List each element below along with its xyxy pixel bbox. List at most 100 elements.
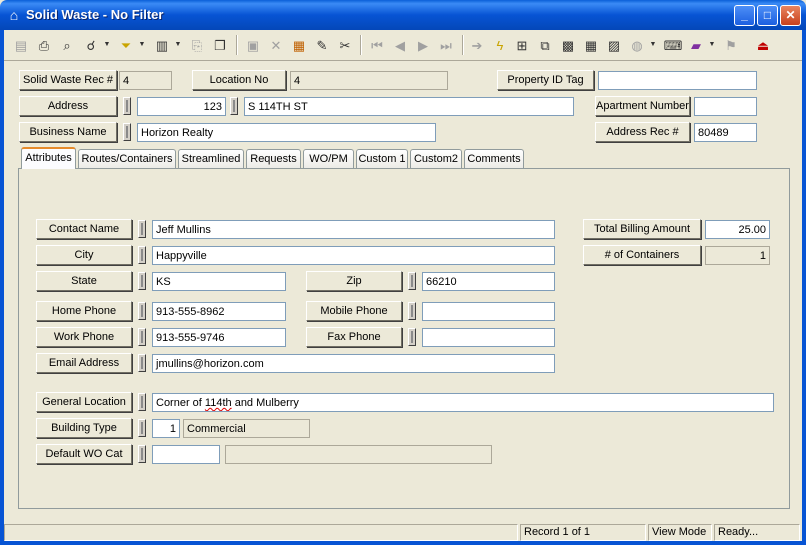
goto-arrow-icon[interactable]: ➔ <box>466 34 488 56</box>
solid-waste-rec-field: 4 <box>119 71 172 90</box>
work-phone-button[interactable]: Work Phone <box>36 327 132 347</box>
mobile-phone-button[interactable]: Mobile Phone <box>306 301 402 321</box>
tab-comments[interactable]: Comments <box>464 149 524 168</box>
lightning-icon[interactable]: ϟ <box>489 34 511 56</box>
default-wo-cat-code-field[interactable] <box>152 445 220 464</box>
apartment-number-field[interactable] <box>694 97 757 116</box>
work-phone-field[interactable]: 913-555-9746 <box>152 328 286 347</box>
fax-phone-field[interactable] <box>422 328 555 347</box>
previous-record-icon[interactable]: ◀ <box>389 34 411 56</box>
tab-streamlined[interactable]: Streamlined <box>178 149 244 168</box>
cut-icon[interactable]: ✂ <box>334 34 356 56</box>
building-type-code-field[interactable]: 1 <box>152 419 180 438</box>
print-preview-icon[interactable]: ⌕ <box>56 34 78 56</box>
tab-wo-pm[interactable]: WO/PM <box>303 149 354 168</box>
tab-requests[interactable]: Requests <box>246 149 301 168</box>
save-icon[interactable]: ▣ <box>242 34 264 56</box>
general-location-button[interactable]: General Location <box>36 392 132 412</box>
book-icon[interactable]: ▰ <box>685 34 707 56</box>
location-no-button[interactable]: Location No <box>192 70 286 90</box>
window-frame-right <box>802 30 806 545</box>
duplicate-icon[interactable]: ❐ <box>209 34 231 56</box>
filter-icon[interactable]: ⏷ <box>115 34 137 56</box>
contact-name-field[interactable]: Jeff Mullins <box>152 220 555 239</box>
email-address-button[interactable]: Email Address <box>36 353 132 373</box>
state-button[interactable]: State <box>36 271 132 291</box>
property-id-tag-button[interactable]: Property ID Tag <box>497 70 594 90</box>
zip-field[interactable]: 66210 <box>422 272 555 291</box>
title-bar[interactable]: ⌂ Solid Waste - No Filter _ □ ✕ <box>0 0 806 30</box>
business-name-field[interactable]: Horizon Realty <box>137 123 436 142</box>
book-dropdown-icon[interactable]: ▼ <box>708 34 716 56</box>
tab-attributes[interactable]: Attributes <box>21 147 76 169</box>
default-wo-cat-button[interactable]: Default WO Cat <box>36 444 132 464</box>
home-phone-button[interactable]: Home Phone <box>36 301 132 321</box>
state-field[interactable]: KS <box>152 272 286 291</box>
state-indicator <box>138 272 146 290</box>
total-billing-amount-field: 25.00 <box>705 220 770 239</box>
window-frame-bottom <box>0 541 806 545</box>
copy-record-icon[interactable]: ⎘ <box>186 34 208 56</box>
mobile-phone-indicator <box>408 302 416 320</box>
business-name-button[interactable]: Business Name <box>19 122 117 142</box>
house-icon: ⌂ <box>9 7 19 23</box>
solid-waste-rec-button[interactable]: Solid Waste Rec # <box>19 70 117 90</box>
address-button[interactable]: Address <box>19 96 117 116</box>
apartment-number-button[interactable]: Apartment Number <box>595 96 690 116</box>
network-icon[interactable]: ⧉ <box>534 34 556 56</box>
search-dropdown-icon[interactable]: ▼ <box>103 34 111 56</box>
city-button[interactable]: City <box>36 245 132 265</box>
map-icon[interactable]: ⊞ <box>511 34 533 56</box>
contact-name-button[interactable]: Contact Name <box>36 219 132 239</box>
building-type-button[interactable]: Building Type <box>36 418 132 438</box>
last-record-icon[interactable]: ⏭ <box>435 34 457 56</box>
globe-icon[interactable]: ◍ <box>626 34 648 56</box>
new-record-icon[interactable]: ▤ <box>10 34 32 56</box>
delete-icon[interactable]: ✕ <box>265 34 287 56</box>
tab-custom-1[interactable]: Custom 1 <box>356 149 408 168</box>
first-record-icon[interactable]: ⏮ <box>366 34 388 56</box>
address-street-field[interactable]: S 114TH ST <box>244 97 574 116</box>
print-icon[interactable]: ⎙ <box>33 34 55 56</box>
books-icon[interactable]: ▦ <box>288 34 310 56</box>
window-frame-left <box>0 30 4 545</box>
filter-dropdown-icon[interactable]: ▼ <box>138 34 146 56</box>
report-dropdown-icon[interactable]: ▼ <box>174 34 182 56</box>
exit-icon[interactable]: ⏏ <box>752 34 774 56</box>
home-phone-field[interactable]: 913-555-8962 <box>152 302 286 321</box>
containers-count-button[interactable]: # of Containers <box>583 245 701 265</box>
close-button[interactable]: ✕ <box>780 5 801 26</box>
general-location-field[interactable]: Corner of 114th and Mulberry <box>152 393 774 412</box>
total-billing-amount-button[interactable]: Total Billing Amount <box>583 219 701 239</box>
edit-pencil-icon[interactable]: ✎ <box>311 34 333 56</box>
fax-phone-button[interactable]: Fax Phone <box>306 327 402 347</box>
keyboard-icon[interactable]: ⌨ <box>662 34 684 56</box>
maximize-button[interactable]: □ <box>757 5 778 26</box>
screen-icon[interactable]: ▩ <box>557 34 579 56</box>
minimize-button[interactable]: _ <box>734 5 755 26</box>
location-no-field: 4 <box>290 71 448 90</box>
calculator-icon[interactable]: ▦ <box>580 34 602 56</box>
next-record-icon[interactable]: ▶ <box>412 34 434 56</box>
general-location-text-end: and Mulberry <box>231 397 299 409</box>
property-id-tag-field[interactable] <box>598 71 757 90</box>
toolbar-separator <box>360 35 362 55</box>
mobile-phone-field[interactable] <box>422 302 555 321</box>
status-state: Ready... <box>714 524 800 541</box>
report-icon[interactable]: ▥ <box>151 34 173 56</box>
zip-button[interactable]: Zip <box>306 271 402 291</box>
general-location-text-start: Corner of <box>156 397 205 409</box>
address-number-field[interactable]: 123 <box>137 97 226 116</box>
email-address-field[interactable]: jmullins@horizon.com <box>152 354 555 373</box>
address-rec-button[interactable]: Address Rec # <box>595 122 690 142</box>
chart-icon[interactable]: ▨ <box>603 34 625 56</box>
building-type-indicator <box>138 419 146 437</box>
tab-custom-2[interactable]: Custom2 <box>410 149 462 168</box>
building-type-description: Commercial <box>183 419 310 438</box>
search-icon[interactable]: ☌ <box>80 34 102 56</box>
tab-routes-containers[interactable]: Routes/Containers <box>78 149 176 168</box>
city-field[interactable]: Happyville <box>152 246 555 265</box>
address-rec-field[interactable]: 80489 <box>694 123 757 142</box>
globe-dropdown-icon[interactable]: ▼ <box>649 34 657 56</box>
flag-icon[interactable]: ⚑ <box>720 34 742 56</box>
